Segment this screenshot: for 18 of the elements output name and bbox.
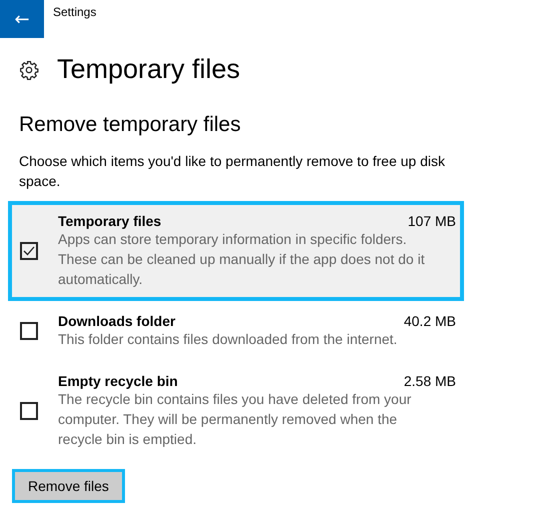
- item-name: Empty recycle bin: [58, 373, 178, 389]
- description-text: Choose which items you'd like to permanently remove to free up disk space.: [19, 152, 446, 191]
- item-detail: This folder contains files downloaded from the internet.: [58, 330, 398, 349]
- cleanup-item[interactable]: Empty recycle bin 2.58 MB The recycle bin contains files you have deleted from your computer. They will be permanently removed when the recycle bin is emptied.: [8, 361, 464, 461]
- cleanup-item[interactable]: Temporary files 107 MB Apps can store temporary information in specific folders. These can be cleaned up manually if the app does not do it automatically.: [8, 201, 464, 301]
- item-name: Downloads folder: [58, 313, 176, 329]
- item-detail: Apps can store temporary information in specific folders. These can be cleaned up manually if the app does not do it automatically.: [58, 230, 426, 289]
- remove-files-button[interactable]: Remove files: [12, 469, 125, 503]
- item-size: 107 MB: [408, 213, 456, 229]
- item-size: 40.2 MB: [404, 313, 456, 329]
- back-button[interactable]: ←: [0, 0, 44, 38]
- cleanup-item[interactable]: Downloads folder 40.2 MB This folder contains files downloaded from the internet.: [8, 301, 464, 361]
- window-title: Settings: [53, 5, 96, 19]
- item-size: 2.58 MB: [404, 373, 456, 389]
- section-title: Remove temporary files: [19, 113, 242, 137]
- item-detail: The recycle bin contains files you have deleted from your computer. They will be permanently removed when the recycle bin is emptied.: [58, 390, 412, 449]
- item-name: Temporary files: [58, 213, 162, 229]
- page-title: Temporary files: [57, 54, 240, 85]
